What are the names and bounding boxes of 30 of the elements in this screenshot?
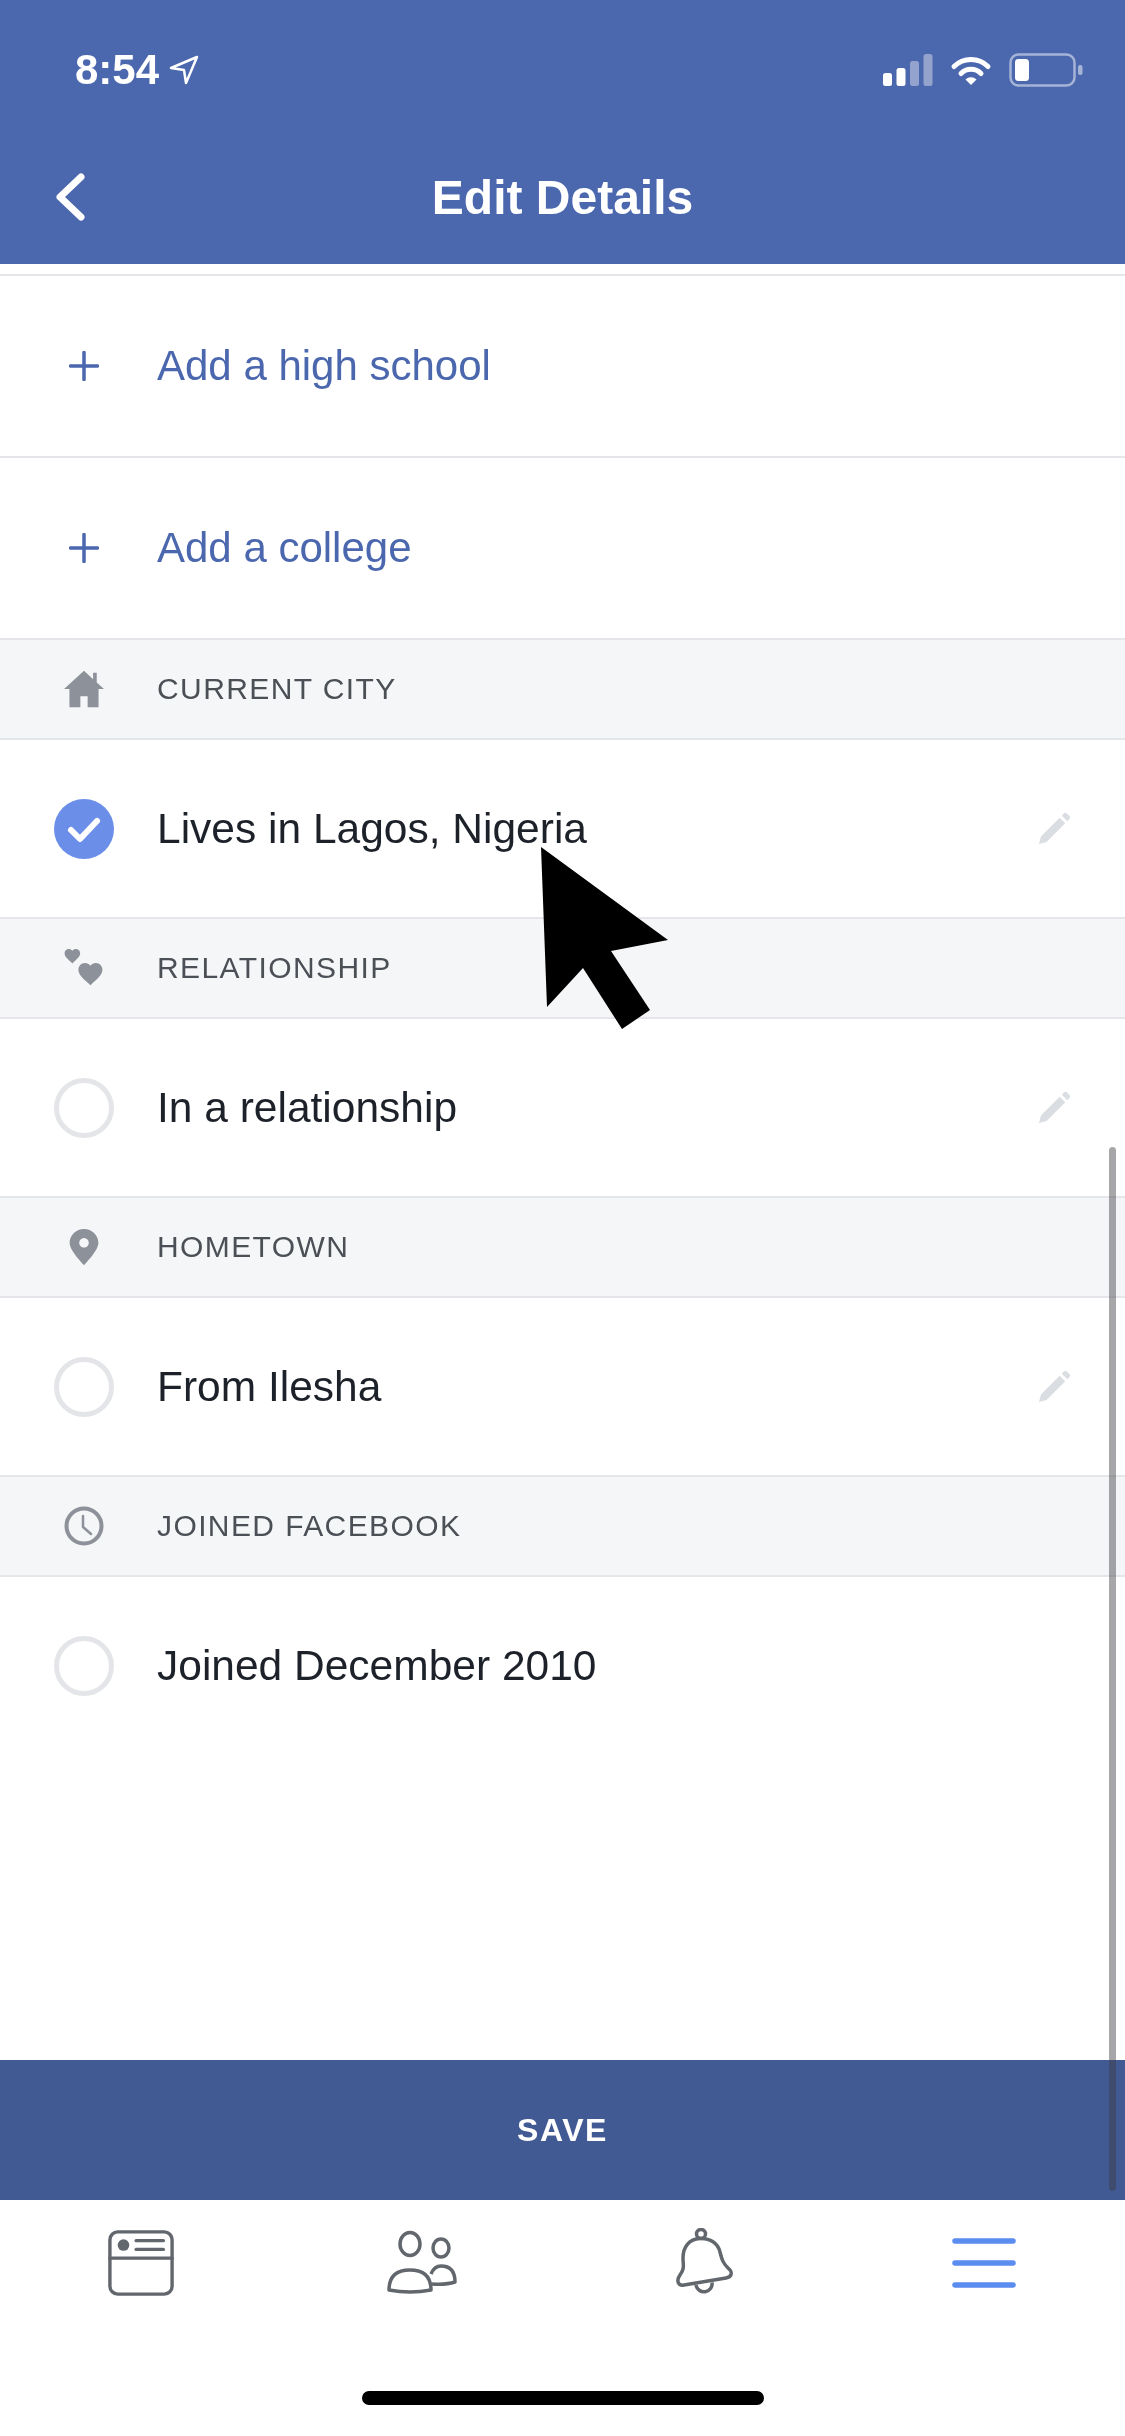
status-time: 8:54 xyxy=(75,46,160,94)
radio-button[interactable] xyxy=(54,1077,114,1138)
location-arrow-icon xyxy=(169,55,200,85)
radio-button[interactable] xyxy=(54,1635,114,1696)
section-title: HOMETOWN xyxy=(157,1230,350,1264)
entry-text: From Ilesha xyxy=(157,1362,382,1411)
add-link[interactable]: Add a high school xyxy=(157,342,491,390)
battery-icon xyxy=(1009,53,1083,87)
plus-icon[interactable] xyxy=(69,351,99,381)
section-title: RELATIONSHIP xyxy=(157,951,392,985)
house-icon xyxy=(62,669,106,709)
entry-text: Lives in Lagos, Nigeria xyxy=(157,804,587,853)
section-title: CURRENT CITY xyxy=(157,672,397,706)
location-pin-icon xyxy=(69,1229,99,1265)
add-link[interactable]: Add a college xyxy=(157,524,412,572)
radio-button[interactable] xyxy=(54,798,114,859)
section-title: JOINED FACEBOOK xyxy=(157,1509,462,1543)
card-icon xyxy=(106,2229,175,2297)
menu-icon xyxy=(951,2237,1018,2289)
chevron-left-icon xyxy=(54,173,86,221)
entry-text: Joined December 2010 xyxy=(157,1641,597,1690)
radio-button[interactable] xyxy=(54,1356,114,1417)
plus-icon[interactable] xyxy=(69,533,99,563)
entry-text: In a relationship xyxy=(157,1083,458,1132)
clock-icon xyxy=(64,1506,104,1546)
save-button[interactable]: SAVE xyxy=(0,2060,1125,2200)
wifi-icon xyxy=(949,54,993,86)
people-icon xyxy=(385,2230,458,2296)
signal-icon xyxy=(883,54,933,86)
screen-title: Edit Details xyxy=(431,169,694,225)
